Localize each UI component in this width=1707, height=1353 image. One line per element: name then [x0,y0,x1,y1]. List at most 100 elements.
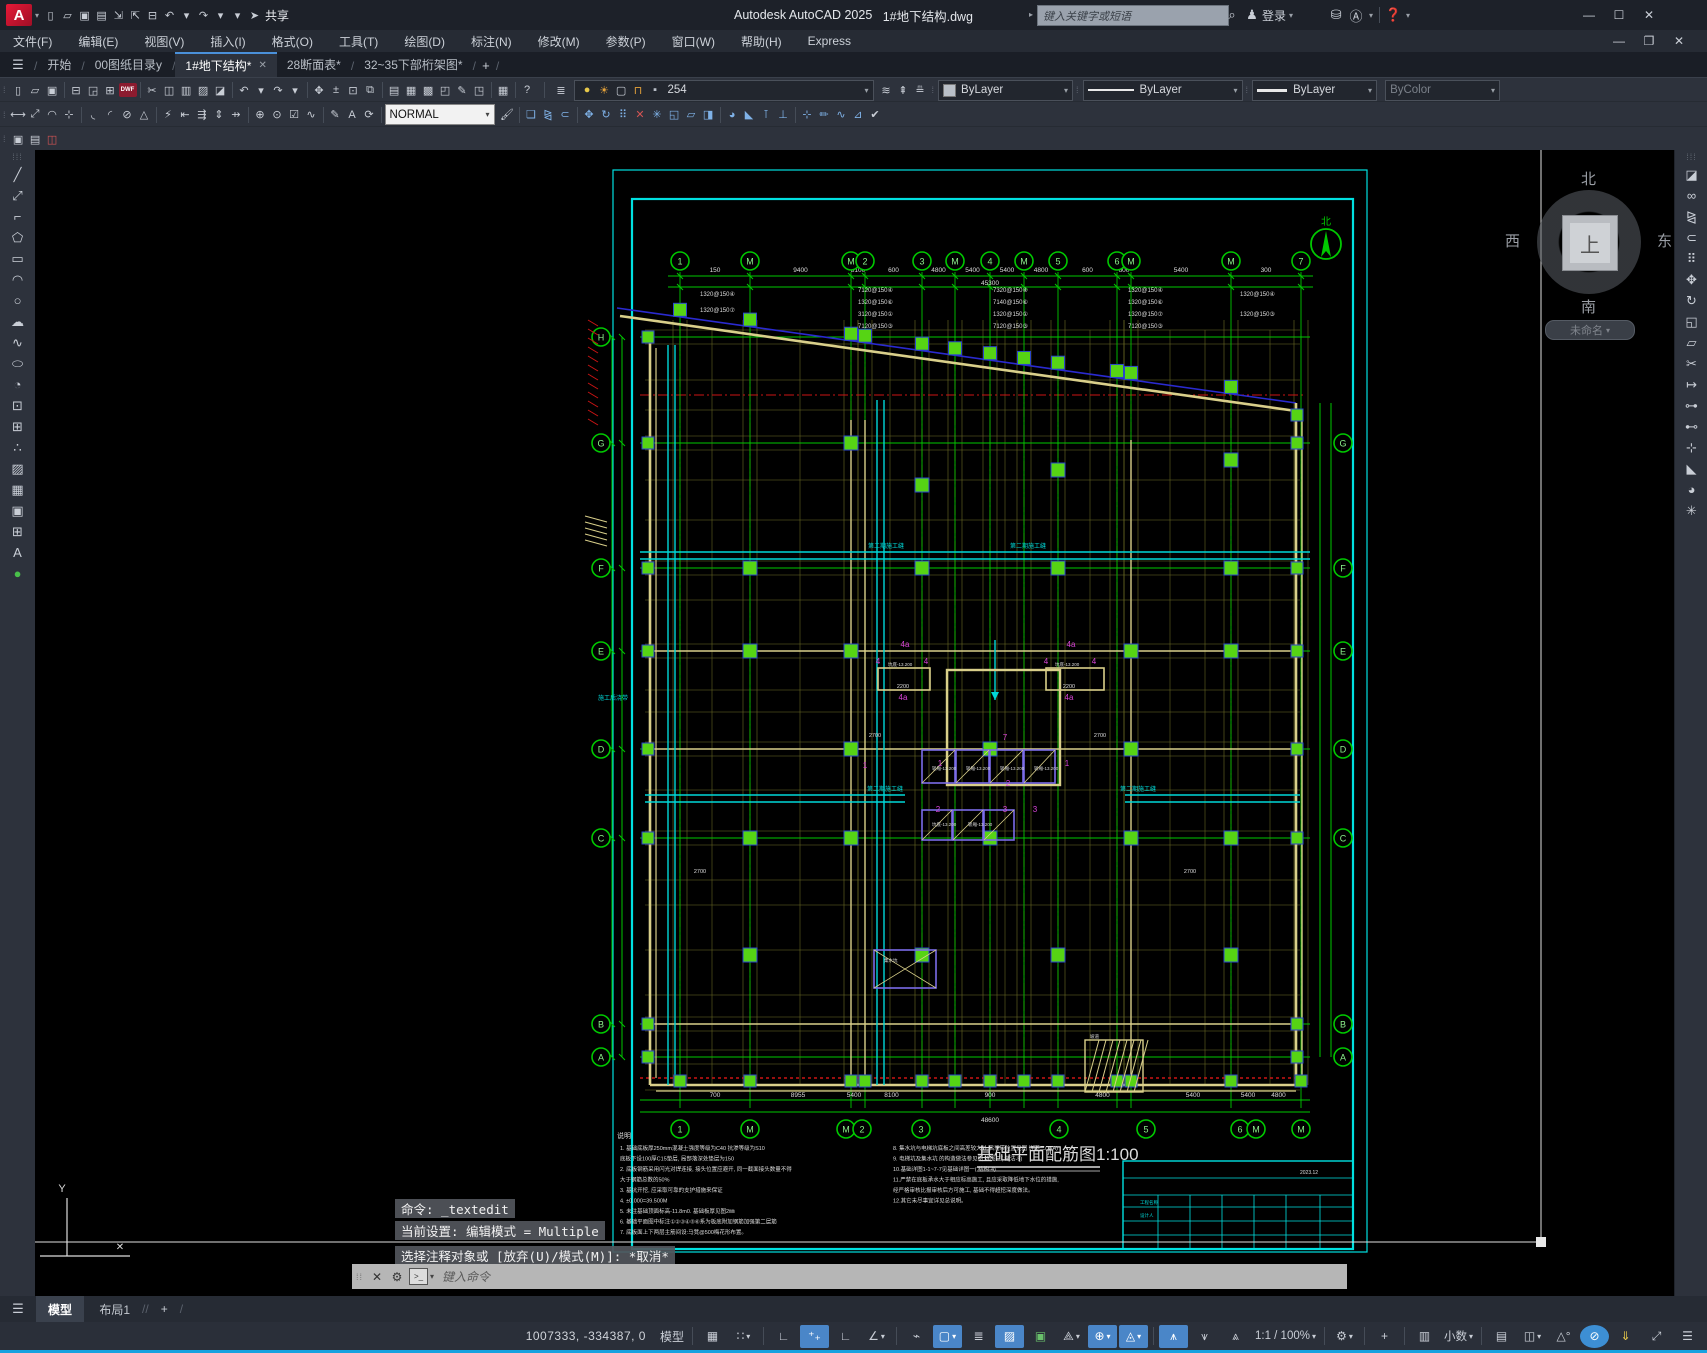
dim-radius-icon[interactable]: ◟ [85,105,102,124]
insert-block-icon[interactable]: ⊡ [8,395,28,416]
appstore-caret[interactable]: ▾ [1369,11,1373,20]
command-line[interactable]: ⁞⁞ ✕ ⚙ >_ ▾ 键入命令 [352,1264,1347,1289]
menu-11[interactable]: 帮助(H) [728,30,795,52]
cleanscreen-icon[interactable]: ⊘ [1580,1324,1609,1348]
scale-icon[interactable]: ◱ [666,105,683,124]
menu-3[interactable]: 插入(I) [197,30,258,52]
zoom-previous-icon[interactable]: ⧉ [362,81,379,100]
search-input[interactable]: 键入关键字或短语 [1037,5,1229,26]
new-tab-button[interactable]: + [476,56,496,75]
array-icon[interactable]: ⠿ [1682,248,1702,269]
annoadd-icon[interactable]: ⩛ [1190,1325,1219,1348]
search-expand-caret[interactable]: ▸ [1029,10,1033,19]
copy-icon[interactable]: ∞ [1682,185,1702,206]
mirror-icon[interactable]: ⧎ [540,105,557,124]
palette-icon[interactable]: ▤ [1487,1325,1516,1348]
file-tab-4[interactable]: 32~35下部桁架图* [354,52,472,77]
transparency-icon[interactable]: ▨ [994,1324,1024,1348]
point-icon[interactable]: ∴ [8,437,28,458]
plot-icon[interactable]: ⊟ [68,81,85,100]
pointstyle-icon[interactable]: ● [8,563,28,584]
save-mobile-icon[interactable]: ⇱ [127,6,144,25]
scale-icon[interactable]: ◱ [1682,311,1702,332]
qat-customize-caret[interactable]: ▾ [229,6,246,25]
redo-caret[interactable]: ▾ [287,81,304,100]
file-tab-menu-icon[interactable]: ☰ [8,55,28,74]
line-icon[interactable]: ╱ [8,164,28,185]
doc-close-button[interactable]: ✕ [1664,30,1694,52]
viewcube[interactable]: 北 西 东 南 上 未命名 ▾ [1505,168,1675,358]
share-label[interactable]: 共享 [265,7,289,24]
spline-icon[interactable]: ∿ [8,332,28,353]
copy-clip-icon[interactable]: ◫ [161,81,178,100]
checked-icon[interactable]: ✔ [867,105,884,124]
command-input[interactable]: 键入命令 [442,1268,490,1285]
viewcube-top-face[interactable]: 上 [1562,215,1618,271]
join-icon[interactable]: ⊹ [1682,437,1702,458]
ellipse-arc-icon[interactable]: ◔ [8,374,28,395]
dim-diameter-icon[interactable]: ◜ [102,105,119,124]
break-icon[interactable]: ⊷ [1682,416,1702,437]
layout-menu-icon[interactable]: ☰ [8,1300,28,1319]
extend-icon[interactable]: ⊥ [775,105,792,124]
vp-freeze-icon[interactable]: ▢ [613,81,630,100]
stretch-icon[interactable]: ▱ [1682,332,1702,353]
menu-2[interactable]: 视图(V) [131,30,197,52]
menu-4[interactable]: 格式(O) [259,30,326,52]
join-icon[interactable]: ⊹ [799,105,816,124]
minimize-button[interactable]: — [1574,0,1604,30]
viewcube-south[interactable]: 南 [1581,296,1596,317]
erase2-icon[interactable]: ✕ [632,105,649,124]
quickprop-icon[interactable]: + [1370,1325,1399,1348]
user-icon[interactable]: ♟ [1242,6,1262,25]
mirror-icon[interactable]: ⧎ [1682,206,1702,227]
save-icon[interactable]: ▣ [44,81,61,100]
preview-icon[interactable]: ◲ [85,81,102,100]
file-tab-0[interactable]: 开始 [37,52,81,77]
menu-6[interactable]: 绘图(D) [391,30,458,52]
make-block-icon[interactable]: ⊞ [8,416,28,437]
gradient-icon[interactable]: ▦ [8,479,28,500]
cmd-prompt-icon[interactable]: >_ [409,1268,429,1285]
dim-update-icon[interactable]: ⟳ [361,105,378,124]
tolerance-icon[interactable]: ⊕ [252,105,269,124]
file-tab-3[interactable]: 28断面表* [277,52,351,77]
print-icon[interactable]: ⊟ [144,6,161,25]
share-plane-icon[interactable]: ➤ [246,6,263,25]
region-icon[interactable]: ▣ [8,500,28,521]
grid-icon[interactable]: ▦ [698,1325,727,1348]
cart-icon[interactable]: ⛁ [1326,6,1346,25]
array-icon[interactable]: ⠿ [615,105,632,124]
dim-jogged-icon[interactable]: △ [136,105,153,124]
annoscale-label[interactable]: 1:1 / 100% ▾ [1252,1325,1319,1348]
menu-8[interactable]: 修改(M) [525,30,593,52]
logo-caret[interactable]: ▾ [35,11,39,20]
qdim-icon[interactable]: ⚡ [160,105,177,124]
break-at-point-icon[interactable]: ⊶ [1682,395,1702,416]
explode-icon[interactable]: ✳ [1682,500,1702,521]
menu-9[interactable]: 参数(P) [593,30,659,52]
close-button[interactable]: ✕ [1634,0,1664,30]
file-tab-close-icon[interactable]: ✕ [258,60,266,71]
fillet-icon[interactable]: ◕ [724,105,741,124]
align-icon[interactable]: ⊿ [850,105,867,124]
linetype-combo[interactable]: ByLayer ▾ [1082,79,1243,101]
unlock-icon[interactable]: ⊓ [630,81,647,100]
savecheck-icon[interactable]: ⇓ [1611,1325,1640,1348]
fillet-icon[interactable]: ◕ [1682,479,1702,500]
paste-icon[interactable]: ▥ [178,81,195,100]
undo-icon[interactable]: ↶ [161,6,178,25]
dim-aligned-icon[interactable]: ⤢ [27,105,44,124]
bulb-icon[interactable]: ● [579,81,596,100]
polar-icon[interactable]: ∠ ▾ [862,1325,891,1348]
redo-icon[interactable]: ↷ [270,81,287,100]
erase-icon[interactable]: ◪ [212,81,229,100]
save-as-icon[interactable]: ▤ [93,6,110,25]
open-mobile-icon[interactable]: ⇲ [110,6,127,25]
menu-1[interactable]: 编辑(E) [65,30,131,52]
zoom-window-icon[interactable]: ⊡ [345,81,362,100]
dim-spacing-icon[interactable]: ⇕ [211,105,228,124]
viewcube-west[interactable]: 西 [1505,230,1520,251]
annovis-icon[interactable]: ◬ ▾ [1118,1324,1148,1348]
spline-edit-icon[interactable]: ∿ [833,105,850,124]
